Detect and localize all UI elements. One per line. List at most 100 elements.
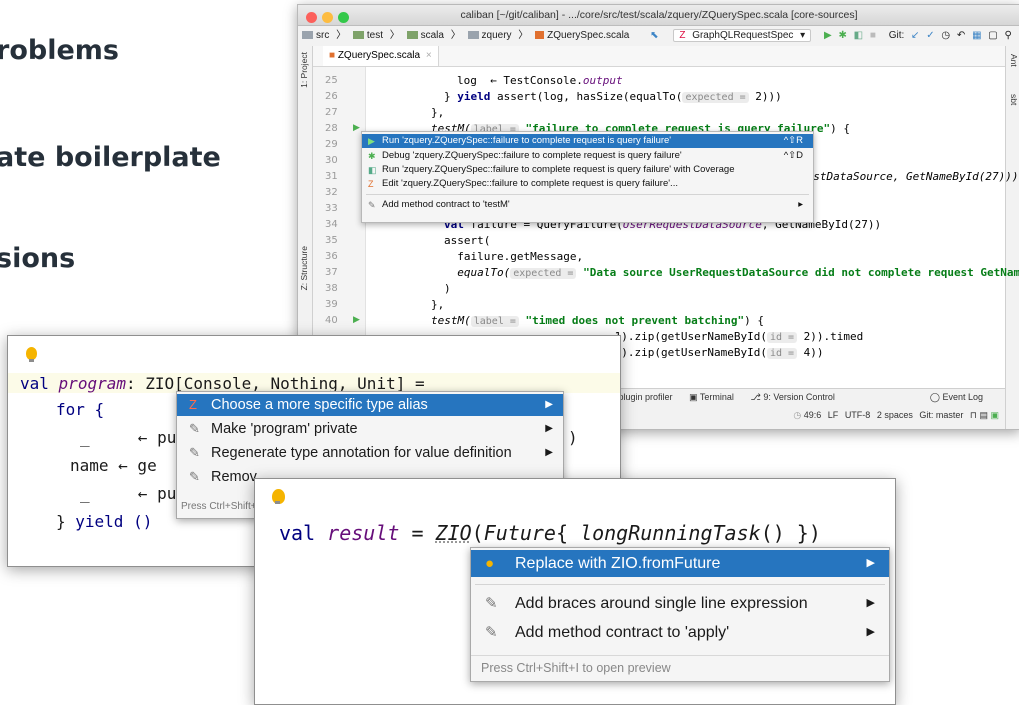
code-line-39: }, — [431, 298, 445, 311]
code-line-40: testM(label = "timed does not prevent ba… — [431, 314, 764, 327]
breadcrumb-scala[interactable]: scala 〉 — [406, 30, 461, 41]
debug-icon[interactable]: ✱ — [838, 30, 846, 41]
structure-tool-tab[interactable]: Z: Structure — [299, 246, 309, 290]
back-arrow-icon[interactable]: ⬉ — [650, 30, 658, 41]
make-private-item[interactable]: ✎ Make 'program' private ▶ — [177, 418, 563, 440]
lightbulb-icon[interactable] — [26, 347, 37, 362]
code-line-35: assert( — [444, 234, 491, 247]
breadcrumb-file[interactable]: ZQuerySpec.scala — [535, 30, 633, 41]
line-separator[interactable]: LF — [828, 410, 839, 420]
line-number: 25 — [325, 75, 338, 86]
git-branch[interactable]: Git: master — [919, 410, 963, 420]
bulb-icon: ● — [485, 555, 495, 572]
yield-line: } yield () — [56, 512, 153, 531]
close-tab-icon[interactable]: × — [426, 50, 432, 61]
menu-add-contract[interactable]: ✎ Add method contract to 'testM' ▸ — [362, 198, 813, 212]
menu-edit-config[interactable]: Z Edit 'zquery.ZQuerySpec::failure to com… — [362, 177, 813, 191]
stop-icon[interactable]: ■ — [870, 30, 876, 41]
folder-icon — [406, 31, 418, 39]
line-number: 29 — [325, 139, 338, 150]
intention-icon: ✎ — [485, 595, 498, 612]
coverage-icon: ◧ — [368, 165, 377, 175]
code-line-42: 3).zip(getUserNameById(id = 4)) — [608, 346, 824, 359]
run-icon: ▶ — [368, 136, 375, 146]
code-line-5: _ ← pu — [80, 484, 177, 503]
code-line-37: equalTo(expected = "Data source UserRequ… — [444, 266, 1019, 279]
cursor-position[interactable]: 49:6 — [804, 410, 822, 420]
menu-separator — [475, 584, 885, 585]
line-number: 38 — [325, 283, 338, 294]
code-line-26: } yield assert(log, hasSize(equalTo(expe… — [444, 90, 782, 103]
close-window-icon[interactable] — [306, 12, 317, 23]
event-log-tab[interactable]: ◯ Event Log — [930, 392, 983, 403]
menu-debug-test[interactable]: ✱ Debug 'zquery.ZQuerySpec::failure to co… — [362, 149, 813, 163]
line-number: 36 — [325, 251, 338, 262]
indent-setting[interactable]: 2 spaces — [877, 410, 913, 420]
navigation-bar: src 〉 test 〉 scala 〉 zquery 〉 ZQuerySpec… — [298, 26, 1019, 47]
breadcrumb-zquery[interactable]: zquery 〉 — [467, 30, 528, 41]
inspection-icon[interactable]: ▣ — [990, 410, 999, 420]
sbt-tool-tab[interactable]: sbt — [1009, 94, 1019, 105]
run-gutter-icon[interactable]: ▶ — [353, 315, 360, 325]
revert-icon[interactable]: ↶ — [957, 30, 965, 41]
run-gutter-icon[interactable]: ▶ — [353, 123, 360, 133]
history-icon[interactable]: ◷ — [941, 30, 950, 41]
add-contract-item[interactable]: ✎ Add method contract to 'apply' ▶ — [471, 619, 889, 646]
menu-footer-hint: Press Ctrl+Shift+I to open preview — [471, 655, 889, 681]
run-config-select[interactable]: Z GraphQLRequestSpec ▾ — [673, 29, 812, 42]
intention-icon: ✎ — [189, 469, 200, 484]
code-line-41: 1).zip(getUserNameById(id = 2)).timed — [608, 330, 864, 343]
breadcrumb-test[interactable]: test 〉 — [352, 30, 400, 41]
project-structure-icon[interactable]: ▦ — [972, 30, 981, 41]
file-encoding[interactable]: UTF-8 — [845, 410, 871, 420]
editor-gutter: 25 26 27 28 ▶ 29 30 31 32 33 34 35 36 37… — [313, 67, 366, 349]
minimize-window-icon[interactable] — [322, 12, 333, 23]
project-tool-tab[interactable]: 1: Project — [299, 52, 309, 88]
terminal-tab[interactable]: ▣ Terminal — [689, 392, 734, 402]
intention-icon: ✎ — [189, 421, 200, 436]
submenu-arrow-icon: ▶ — [545, 423, 553, 434]
clock-icon: ◷ — [793, 410, 802, 420]
folder-icon — [302, 31, 313, 39]
memory-icon[interactable]: ▤ — [979, 410, 988, 420]
tab-zqueryspec[interactable]: ■ ZQuerySpec.scala × — [323, 46, 439, 66]
right-tool-stripe: Ant sbt — [1005, 46, 1019, 429]
lock-icon[interactable]: ⊓ — [970, 410, 977, 420]
code-line-3: _ ← pu — [80, 428, 177, 447]
version-control-tab[interactable]: ⎇ 9: Version Control — [750, 392, 834, 402]
code-line-31: uestDataSource, GetNameById(27))) — [800, 170, 1019, 183]
scala-icon: Z — [679, 30, 686, 41]
menu-run-coverage[interactable]: ◧ Run 'zquery.ZQuerySpec::failure to comp… — [362, 163, 813, 177]
add-braces-item[interactable]: ✎ Add braces around single line expressio… — [471, 590, 889, 617]
submenu-arrow-icon: ▶ — [545, 399, 553, 410]
breadcrumb-src[interactable]: src 〉 — [302, 30, 346, 41]
replace-from-future-item[interactable]: ● Replace with ZIO.fromFuture ▶ — [471, 550, 889, 577]
choose-type-alias-item[interactable]: Z Choose a more specific type alias ▶ — [177, 394, 563, 416]
submenu-arrow-icon: ▶ — [866, 626, 875, 638]
run-icon[interactable]: ▶ — [824, 30, 832, 41]
terminal-icon[interactable]: ▢ — [988, 30, 997, 41]
line-number: 33 — [325, 203, 338, 214]
code-line-25: log ← TestConsole.output — [457, 74, 623, 87]
menu-run-test[interactable]: ▶ Run 'zquery.ZQuerySpec::failure to comp… — [362, 134, 813, 148]
line-number: 26 — [325, 91, 338, 102]
zoom-window-icon[interactable] — [338, 12, 349, 23]
closing-paren: ) — [568, 428, 578, 447]
editor-tabs: ■ ZQuerySpec.scala × — [313, 46, 1005, 67]
ant-tool-tab[interactable]: Ant — [1009, 54, 1019, 67]
intention-icon: ✎ — [189, 445, 200, 460]
event-log-icon: ◯ — [929, 392, 943, 402]
code-line-4: name ← ge — [70, 456, 157, 475]
regenerate-type-item[interactable]: ✎ Regenerate type annotation for value de… — [177, 442, 563, 464]
slide-bullet-3: sions — [0, 243, 76, 274]
gutter-context-menu: ▶ Run 'zquery.ZQuerySpec::failure to comp… — [361, 131, 814, 223]
git-update-icon[interactable]: ↙ — [911, 30, 919, 41]
coverage-icon[interactable]: ◧ — [854, 30, 863, 41]
lightbulb-icon[interactable] — [272, 489, 285, 504]
slide-bullet-1: roblems — [0, 35, 119, 66]
search-icon[interactable]: ⚲ — [1005, 30, 1012, 41]
line-number: 35 — [325, 235, 338, 246]
git-commit-icon[interactable]: ✓ — [926, 30, 934, 41]
intention-icon: ✎ — [368, 200, 376, 210]
line-number: 32 — [325, 187, 338, 198]
